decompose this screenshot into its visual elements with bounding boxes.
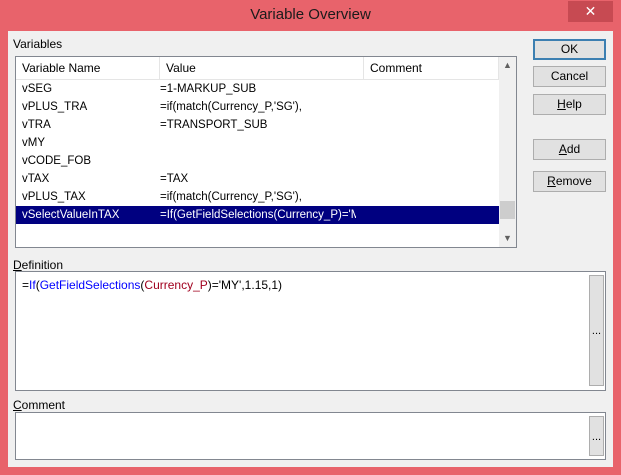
variables-list[interactable]: Variable Name Value Comment vSEG =1-MARKU… [15,56,517,248]
chevron-down-icon: ▼ [503,233,512,243]
variable-value-cell: =if(match(Currency_P,'SG'), [160,191,302,203]
table-row[interactable]: vPLUS_TAX =if(match(Currency_P,'SG'), [16,188,499,206]
variable-overview-dialog: Variable Overview ✕ Variables Variable N… [0,0,621,475]
ok-button[interactable]: OK [533,39,606,60]
column-header-comment[interactable]: Comment [364,57,499,79]
definition-mnemonic: D [13,258,22,272]
table-row[interactable]: vTRA =TRANSPORT_SUB [16,116,499,134]
comment-label-rest: omment [21,398,66,412]
comment-input[interactable]: ... [15,412,606,460]
definition-browse-button[interactable]: ... [589,275,604,386]
scroll-thumb[interactable] [500,201,515,219]
comment-label: Comment [13,398,65,412]
list-header: Variable Name Value Comment [16,57,499,80]
variable-value-cell: =TRANSPORT_SUB [160,119,268,131]
close-icon: ✕ [584,3,597,19]
variable-name-cell: vSEG [22,83,53,95]
variable-name-cell: vTAX [22,173,50,185]
definition-expression: =If(GetFieldSelections(Currency_P)='MY',… [22,278,282,292]
help-mnemonic: H [557,97,566,111]
expr-function-token: If [29,278,36,292]
help-button[interactable]: Help [533,94,606,115]
variable-name-cell: vCODE_FOB [22,155,92,167]
variable-value-cell: =TAX [160,173,189,185]
help-label-rest: elp [565,97,582,111]
window-title: Variable Overview [250,6,371,23]
scroll-up-button[interactable]: ▲ [499,57,516,74]
definition-label: Definition [13,258,63,272]
cancel-button[interactable]: Cancel [533,66,606,87]
add-button[interactable]: Add [533,139,606,160]
table-row[interactable]: vSEG =1-MARKUP_SUB [16,80,499,98]
column-header-variable-name[interactable]: Variable Name [16,57,160,79]
variables-group-label: Variables [13,37,63,51]
dialog-client-area: Variables Variable Name Value Comment vS… [8,31,613,467]
variable-value-cell: =if(match(Currency_P,'SG'), [160,101,302,113]
remove-mnemonic: R [547,174,556,188]
list-rows: vSEG =1-MARKUP_SUB vPLUS_TRA =if(match(Cur… [16,80,499,224]
comment-mnemonic: C [13,398,22,412]
variable-name-cell: vPLUS_TRA [22,101,88,113]
remove-button[interactable]: Remove [533,171,606,192]
table-row[interactable]: vPLUS_TRA =if(match(Currency_P,'SG'), [16,98,499,116]
table-row[interactable]: vTAX =TAX [16,170,499,188]
variable-name-cell: vSelectValueInTAX [22,209,120,221]
variable-value-cell: =If(GetFieldSelections(Currency_P)='MY' [160,209,356,221]
variable-value-cell: =1-MARKUP_SUB [160,83,257,95]
definition-editor[interactable]: =If(GetFieldSelections(Currency_P)='MY',… [15,271,606,391]
definition-label-rest: efinition [21,258,64,272]
table-row-selected[interactable]: vSelectValueInTAX =If(GetFieldSelections(… [16,206,499,224]
scroll-down-button[interactable]: ▼ [499,230,516,247]
close-button[interactable]: ✕ [568,1,613,22]
expr-function-token: GetFieldSelections [39,278,141,292]
add-mnemonic: A [558,142,567,156]
variable-name-cell: vMY [22,137,45,149]
remove-label-rest: emove [555,174,592,188]
expr-token: = [22,278,30,292]
variable-name-cell: vPLUS_TAX [22,191,86,203]
expr-token: )='MY',1.15,1) [207,278,283,292]
chevron-up-icon: ▲ [503,60,512,70]
variable-name-cell: vTRA [22,119,51,131]
column-header-value[interactable]: Value [160,57,364,79]
comment-browse-button[interactable]: ... [589,416,604,456]
list-vertical-scrollbar[interactable]: ▲ ▼ [499,57,516,247]
table-row[interactable]: vMY [16,134,499,152]
add-label-rest: dd [566,142,581,156]
expr-field-token: Currency_P [144,278,208,292]
title-bar[interactable]: Variable Overview ✕ [0,0,621,32]
table-row[interactable]: vCODE_FOB [16,152,499,170]
